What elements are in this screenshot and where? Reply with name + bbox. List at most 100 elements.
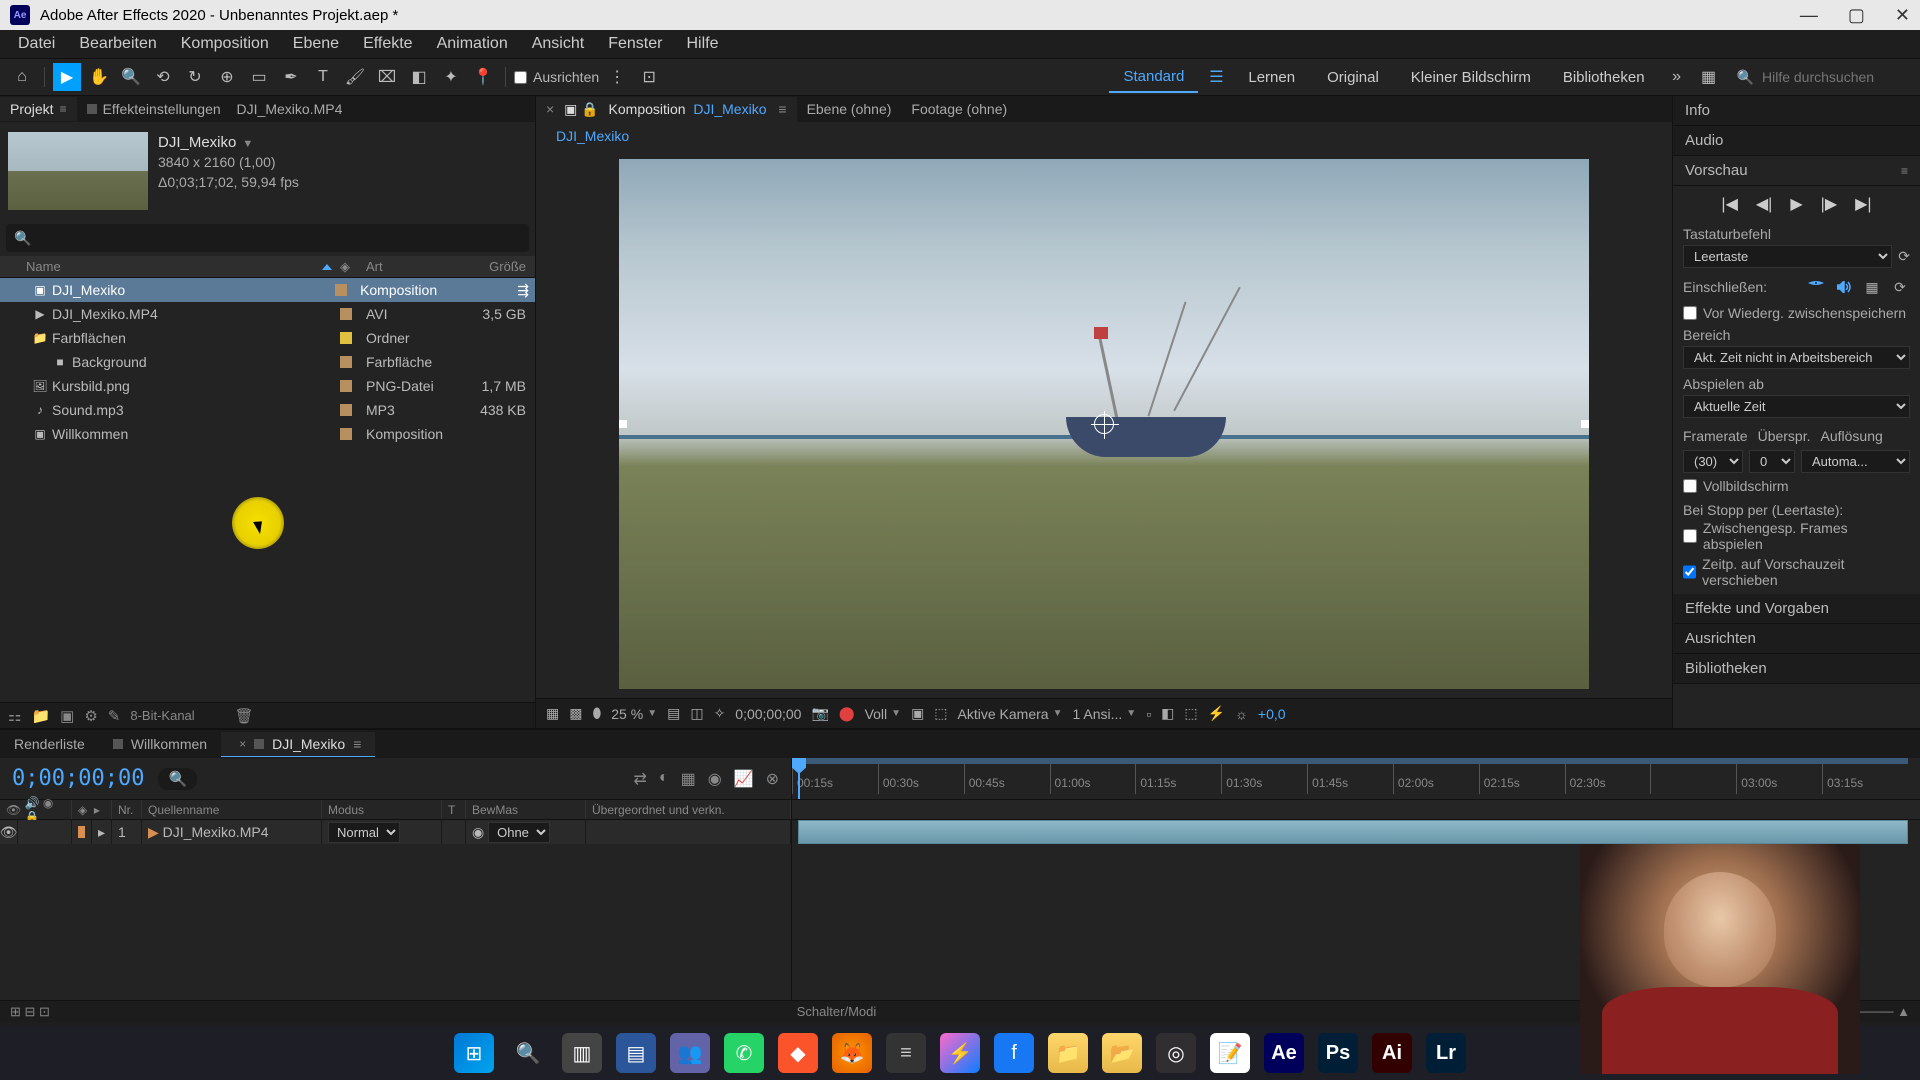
menu-datei[interactable]: Datei <box>6 31 67 57</box>
tl-icon-motion-blur[interactable]: ◉ <box>708 769 722 789</box>
project-item[interactable]: ■BackgroundFarbfläche <box>0 350 535 374</box>
3d-icon[interactable]: ⬚ <box>934 705 947 722</box>
tab-komposition[interactable]: × ▣ 🔒 Komposition DJI_Mexiko ≡ <box>536 97 797 122</box>
anchor-point-icon[interactable] <box>1094 414 1114 434</box>
view-icon3[interactable]: ⬚ <box>1184 705 1197 722</box>
skip-select[interactable]: 0 <box>1749 450 1795 473</box>
tab-footage[interactable]: Footage (ohne) <box>901 97 1017 121</box>
tab-effekteinstellungen[interactable]: Effekteinstellungen DJI_Mexiko.MP4 <box>77 97 353 121</box>
cache-checkbox[interactable]: Vor Wiederg. zwischenspeichern <box>1683 303 1910 323</box>
new-comp-icon[interactable]: ▣ <box>60 707 74 725</box>
view-opts-icon[interactable]: ▣ <box>911 705 924 722</box>
taskbar-messenger-icon[interactable]: ⚡ <box>940 1033 980 1073</box>
eye-col-icon[interactable]: 👁 <box>6 803 21 817</box>
taskbar-windows-icon[interactable]: ⊞ <box>454 1033 494 1073</box>
mask-icon[interactable]: ⬮ <box>592 705 601 722</box>
close-button[interactable]: ✕ <box>1895 5 1910 26</box>
selection-handle[interactable] <box>619 420 627 428</box>
taskbar-notepad-icon[interactable]: 📝 <box>1210 1033 1250 1073</box>
home-icon[interactable]: ⌂ <box>8 63 36 91</box>
settings-icon[interactable]: ⚙ <box>84 707 97 725</box>
project-item[interactable]: ♪Sound.mp3MP3438 KB <box>0 398 535 422</box>
workspace-biblio[interactable]: Bibliotheken <box>1549 63 1659 92</box>
timeline-ruler[interactable]: 00:15s00:30s00:45s01:00s01:15s01:30s01:4… <box>792 758 1920 799</box>
taskbar-app-icon[interactable]: ▤ <box>616 1033 656 1073</box>
view-icon2[interactable]: ◧ <box>1161 705 1174 722</box>
snap-opts-icon[interactable]: ⋮ <box>603 63 631 91</box>
taskbar-teams-icon[interactable]: 👥 <box>670 1033 710 1073</box>
framerate-select[interactable]: (30) <box>1683 450 1743 473</box>
move-time-checkbox[interactable]: Zeitp. auf Vorschauzeit verschieben <box>1683 554 1910 590</box>
label-swatch[interactable] <box>340 308 352 320</box>
workspace-original[interactable]: Original <box>1313 63 1393 92</box>
expand-icon[interactable]: ▸ <box>92 820 112 844</box>
taskbar-aftereffects-icon[interactable]: Ae <box>1264 1033 1304 1073</box>
selection-tool-icon[interactable]: ▶ <box>53 63 81 91</box>
help-search-input[interactable] <box>1762 69 1912 85</box>
taskbar-explorer-icon[interactable]: 📁 <box>1048 1033 1088 1073</box>
roi-icon[interactable]: ◫ <box>690 705 703 722</box>
trackmatte-select[interactable]: Ohne <box>488 822 550 843</box>
panel-effects-presets[interactable]: Effekte und Vorgaben <box>1673 594 1920 624</box>
clone-tool-icon[interactable]: ⌧ <box>373 63 401 91</box>
taskbar-search-icon[interactable]: 🔍 <box>508 1033 548 1073</box>
fullscreen-checkbox[interactable]: Vollbildschirm <box>1683 476 1910 496</box>
tl-icon-graph[interactable]: 📈 <box>734 769 754 789</box>
puppet-tool-icon[interactable]: 📍 <box>469 63 497 91</box>
fast-preview-icon[interactable]: ⚡ <box>1208 705 1225 722</box>
maximize-button[interactable]: ▢ <box>1848 5 1865 26</box>
resolution-dropdown[interactable]: Voll▼ <box>865 706 901 722</box>
playfrom-select[interactable]: Aktuelle Zeit <box>1683 395 1910 418</box>
flowchart-icon[interactable]: ⇶ <box>517 282 535 299</box>
trash-icon[interactable]: 🗑 <box>235 707 254 725</box>
project-item[interactable]: 🖼Kursbild.pngPNG-Datei1,7 MB <box>0 374 535 398</box>
tl-icon-frame-blend[interactable]: ▦ <box>681 769 696 789</box>
trackmatte-icon[interactable]: ◉ <box>472 824 484 841</box>
cached-frames-checkbox[interactable]: Zwischengesp. Frames abspielen <box>1683 518 1910 554</box>
tab-renderliste[interactable]: Renderliste <box>0 732 99 756</box>
camera-dropdown[interactable]: Aktive Kamera▼ <box>958 706 1063 722</box>
range-select[interactable]: Akt. Zeit nicht in Arbeitsbereich <box>1683 346 1910 369</box>
play-icon[interactable]: ▶ <box>1790 194 1802 214</box>
label-swatch[interactable] <box>340 428 352 440</box>
roto-tool-icon[interactable]: ✦ <box>437 63 465 91</box>
timecode-display[interactable]: 0;00;00;00 <box>735 706 801 722</box>
tab-projekt[interactable]: Projekt≡ <box>0 97 77 121</box>
project-item[interactable]: ▣DJI_MexikoKomposition⇶ <box>0 278 535 302</box>
brush-tool-icon[interactable]: 🖌 <box>341 63 369 91</box>
pen-tool-icon[interactable]: ✒ <box>277 63 305 91</box>
taskbar-illustrator-icon[interactable]: Ai <box>1372 1033 1412 1073</box>
taskbar-app2-icon[interactable]: ≡ <box>886 1033 926 1073</box>
bit-depth-button[interactable]: 8-Bit-Kanal <box>130 708 194 723</box>
anchor-tool-icon[interactable]: ⊕ <box>213 63 241 91</box>
layer-duration-bar[interactable] <box>798 820 1908 844</box>
label-swatch[interactable] <box>340 380 352 392</box>
view-icon1[interactable]: ▫ <box>1146 706 1151 722</box>
grid-icon[interactable]: ✧ <box>714 705 726 722</box>
menu-ebene[interactable]: Ebene <box>281 31 351 57</box>
workspace-lernen[interactable]: Lernen <box>1234 63 1309 92</box>
include-video-icon[interactable] <box>1806 278 1826 296</box>
tl-icon-shy[interactable]: ◐ <box>659 769 669 789</box>
loop-icon[interactable]: ⟳ <box>1890 278 1910 296</box>
zoom-dropdown[interactable]: 25 %▼ <box>611 706 657 722</box>
taskbar-brave-icon[interactable]: ◆ <box>778 1033 818 1073</box>
timeline-layer-row[interactable]: 👁▸1▶ DJI_Mexiko.MP4Normal◉ Ohne <box>0 820 791 844</box>
panel-vorschau[interactable]: Vorschau≡ <box>1673 156 1920 186</box>
menu-effekte[interactable]: Effekte <box>351 31 425 57</box>
views-dropdown[interactable]: 1 Ansi...▼ <box>1072 706 1136 722</box>
tab-willkommen[interactable]: Willkommen <box>99 732 221 756</box>
workspace-reset-icon[interactable]: ▦ <box>1695 63 1723 91</box>
eraser-tool-icon[interactable]: ◧ <box>405 63 433 91</box>
panel-ausrichten[interactable]: Ausrichten <box>1673 624 1920 654</box>
blend-mode-select[interactable]: Normal <box>328 822 400 843</box>
last-frame-icon[interactable]: ▶| <box>1855 194 1871 214</box>
taskbar-taskview-icon[interactable]: ▥ <box>562 1033 602 1073</box>
project-table-header[interactable]: Name ◈ Art Größe <box>0 256 535 278</box>
label-swatch[interactable] <box>340 332 352 344</box>
taskbar-photoshop-icon[interactable]: Ps <box>1318 1033 1358 1073</box>
menu-animation[interactable]: Animation <box>425 31 520 57</box>
project-item[interactable]: ▣WillkommenKomposition <box>0 422 535 446</box>
prev-frame-icon[interactable]: ◀| <box>1756 194 1772 214</box>
exposure-icon[interactable]: ☼ <box>1235 706 1248 722</box>
